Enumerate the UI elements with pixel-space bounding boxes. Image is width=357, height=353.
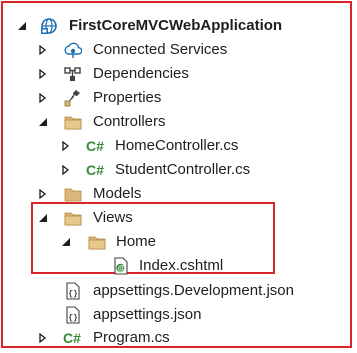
tree-item-label: Models [93, 185, 142, 202]
tree-item-label: Index.cshtml [139, 257, 224, 274]
tree-item-label: Program.cs [93, 329, 170, 346]
collapsed-arrow-icon[interactable] [38, 189, 48, 199]
tree-item-label: Controllers [93, 113, 166, 130]
svg-text:C#: C# [63, 330, 81, 346]
svg-text:C#: C# [86, 138, 104, 154]
expanded-arrow-icon[interactable] [17, 21, 27, 31]
web-project-icon [40, 17, 58, 35]
dependencies-icon [64, 65, 82, 83]
csharp-file-icon: C# [86, 137, 110, 155]
expanded-arrow-icon[interactable] [38, 117, 48, 127]
json-file-icon: {} [64, 306, 82, 324]
svg-text:{}: {} [68, 314, 78, 323]
collapsed-arrow-icon[interactable] [38, 45, 48, 55]
expanded-arrow-icon[interactable] [38, 213, 48, 223]
csharp-file-icon: C# [63, 329, 87, 347]
collapsed-arrow-icon[interactable] [61, 141, 71, 151]
folder-icon [64, 113, 82, 131]
folder-icon [64, 185, 82, 203]
collapsed-arrow-icon[interactable] [38, 69, 48, 79]
project-label: FirstCoreMVCWebApplication [69, 17, 283, 34]
tree-item-label: appsettings.Development.json [93, 282, 294, 299]
razor-file-icon: @ [112, 257, 130, 275]
csharp-file-icon: C# [86, 161, 110, 179]
tree-item-label: Connected Services [93, 41, 228, 58]
svg-text:C#: C# [86, 162, 104, 178]
tree-item-label: Views [93, 209, 133, 226]
collapsed-arrow-icon[interactable] [38, 333, 48, 343]
tree-item-label: Home [116, 233, 157, 250]
tree-item-label: HomeController.cs [115, 137, 239, 154]
collapsed-arrow-icon[interactable] [38, 93, 48, 103]
json-file-icon: {} [64, 282, 82, 300]
properties-icon [64, 89, 82, 107]
collapsed-arrow-icon[interactable] [61, 165, 71, 175]
tree-item-label: StudentController.cs [115, 161, 251, 178]
svg-text:@: @ [118, 264, 126, 273]
folder-icon [88, 233, 106, 251]
folder-icon [64, 209, 82, 227]
svg-text:{}: {} [68, 290, 78, 299]
tree-item-label: Dependencies [93, 65, 189, 82]
tree-item-label: Properties [93, 89, 162, 106]
connected-services-icon [64, 41, 82, 59]
expanded-arrow-icon[interactable] [61, 237, 71, 247]
tree-item-label: appsettings.json [93, 306, 202, 323]
